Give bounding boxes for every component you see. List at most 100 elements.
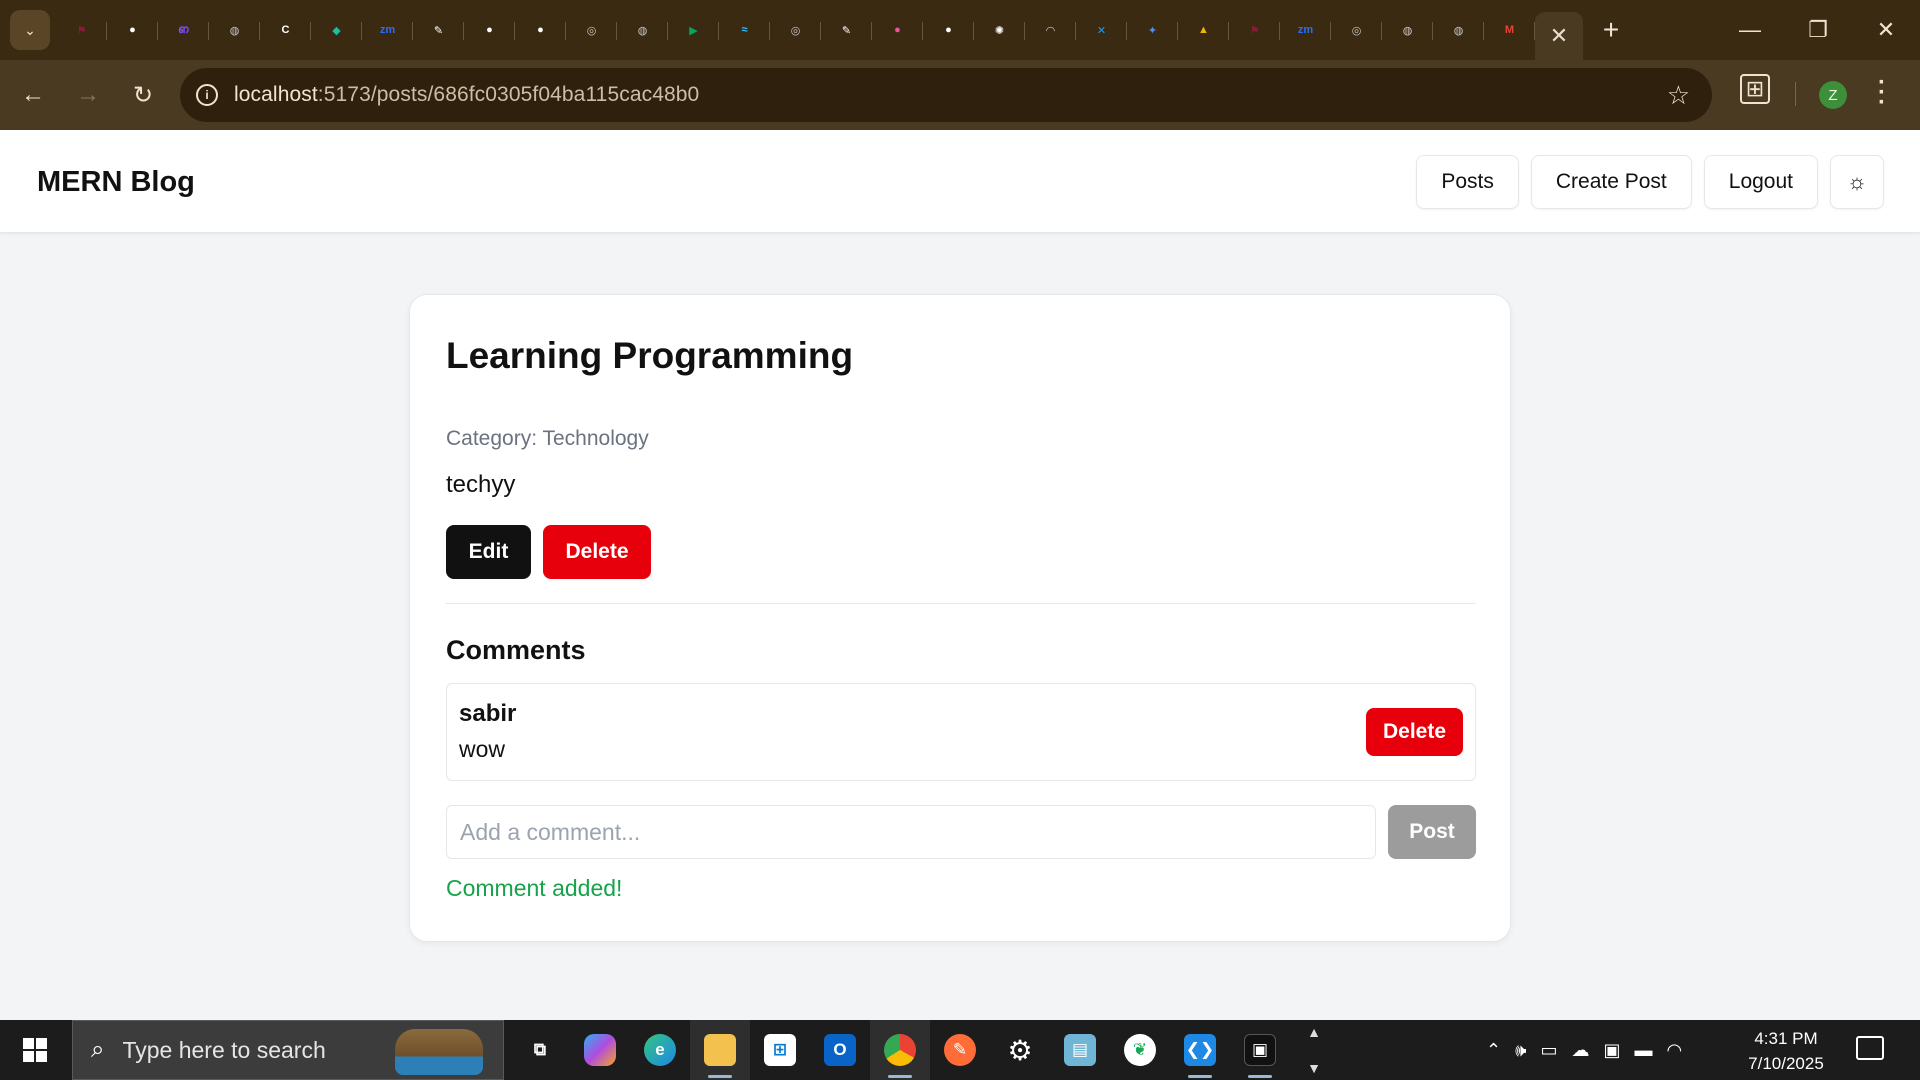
new-tab-button[interactable]: + bbox=[1589, 8, 1633, 52]
browser-tab[interactable]: ▶ bbox=[668, 8, 719, 52]
logout-button[interactable]: Logout bbox=[1703, 155, 1818, 209]
browser-tab[interactable]: ⚑ bbox=[56, 8, 107, 52]
taskbar-file-explorer[interactable] bbox=[690, 1020, 750, 1080]
toolbar-separator bbox=[1795, 82, 1796, 106]
display-icon[interactable]: ▣ bbox=[1603, 1040, 1620, 1061]
browser-tab[interactable]: ● bbox=[872, 8, 923, 52]
reload-button[interactable]: ↻ bbox=[121, 73, 165, 117]
site-info-icon[interactable]: i bbox=[196, 84, 218, 106]
taskbar-clock[interactable]: 4:31 PM 7/10/2025 bbox=[1738, 1026, 1834, 1076]
windows-logo-icon bbox=[23, 1038, 47, 1062]
task-view-icon: ⧉ bbox=[533, 1040, 547, 1059]
browser-tab[interactable]: zm bbox=[1280, 8, 1331, 52]
meet-now-icon[interactable]: ▭ bbox=[1540, 1040, 1557, 1061]
onedrive-icon[interactable]: ☁ bbox=[1571, 1040, 1589, 1061]
taskbar-edge[interactable]: e bbox=[630, 1020, 690, 1080]
chrome-icon: ◎ bbox=[586, 24, 597, 37]
browser-tab[interactable]: ✺ bbox=[974, 8, 1025, 52]
taskbar-postman[interactable]: ✎ bbox=[930, 1020, 990, 1080]
browser-tab[interactable]: ● bbox=[923, 8, 974, 52]
url-text[interactable]: localhost:5173/posts/686fc0305f04ba115ca… bbox=[234, 83, 699, 107]
taskbar-outlook[interactable]: O bbox=[810, 1020, 870, 1080]
menu-kebab-icon[interactable]: · · · bbox=[1877, 71, 1887, 115]
forward-button[interactable]: → bbox=[66, 73, 110, 117]
comment-success-message: Comment added! bbox=[446, 875, 623, 901]
browser-tab[interactable]: ◎ bbox=[1331, 8, 1382, 52]
browser-tab[interactable]: ≈ bbox=[719, 8, 770, 52]
browser-tab[interactable]: ◎ bbox=[566, 8, 617, 52]
codegen-icon: C bbox=[281, 24, 290, 36]
taskbar-vscode[interactable]: ❮❯ bbox=[1170, 1020, 1230, 1080]
taskbar-copilot[interactable] bbox=[570, 1020, 630, 1080]
browser-tab[interactable]: ✎ bbox=[413, 8, 464, 52]
browser-tab[interactable]: ◍ bbox=[1433, 8, 1484, 52]
browser-tab[interactable]: ✎ bbox=[821, 8, 872, 52]
comments-heading: Comments bbox=[446, 635, 586, 665]
taskbar-overflow-arrows[interactable]: ▲ ▼ bbox=[1302, 1024, 1326, 1076]
theme-toggle-button[interactable]: ☼ bbox=[1830, 155, 1884, 209]
wifi-icon[interactable]: ◠ bbox=[1666, 1040, 1682, 1061]
windows-taskbar: ⌕ Type here to search ⧉ e ⊞ O ✎ ⚙ ▤ ❦ ❮❯… bbox=[0, 1020, 1920, 1080]
post-comment-button[interactable]: Post bbox=[1388, 805, 1476, 859]
browser-tab[interactable]: ▲ bbox=[1178, 8, 1229, 52]
back-button[interactable]: ← bbox=[11, 73, 55, 117]
browser-tab[interactable]: ● bbox=[107, 8, 158, 52]
browser-tab[interactable]: ✕ bbox=[1076, 8, 1127, 52]
zoom-icon: zm bbox=[1297, 24, 1314, 36]
restore-button[interactable]: ❐ bbox=[1784, 0, 1852, 60]
profile-avatar[interactable]: Z bbox=[1819, 81, 1847, 109]
tab-search-button[interactable]: ⌄ bbox=[10, 10, 50, 50]
browser-tab[interactable]: ഩ bbox=[158, 8, 209, 52]
show-hidden-icons-icon[interactable]: ⌃ bbox=[1486, 1040, 1501, 1061]
browser-tab[interactable]: ⚑ bbox=[1229, 8, 1280, 52]
browser-tab[interactable]: ◠ bbox=[1025, 8, 1076, 52]
address-bar[interactable]: i localhost:5173/posts/686fc0305f04ba115… bbox=[180, 68, 1712, 122]
browser-tab[interactable]: ● bbox=[464, 8, 515, 52]
close-tab-icon[interactable]: ✕ bbox=[1550, 23, 1568, 49]
close-window-button[interactable]: ✕ bbox=[1852, 0, 1920, 60]
task-view-button[interactable]: ⧉ bbox=[510, 1020, 570, 1080]
system-tray: ⌃ 🕪 ▭ ☁ ▣ ▬ ◠ bbox=[1486, 1020, 1682, 1080]
browser-tab[interactable]: ◍ bbox=[209, 8, 260, 52]
comment-input[interactable] bbox=[446, 805, 1376, 859]
postman-icon: ✎ bbox=[944, 1034, 976, 1066]
browser-tab[interactable]: ◆ bbox=[311, 8, 362, 52]
search-icon: ⌕ bbox=[91, 1036, 105, 1063]
create-post-button[interactable]: Create Post bbox=[1530, 155, 1692, 209]
minimize-button[interactable]: — bbox=[1716, 0, 1784, 60]
browser-tab[interactable]: C bbox=[260, 8, 311, 52]
posts-button[interactable]: Posts bbox=[1416, 155, 1519, 209]
mongodb-leaf-icon: ❦ bbox=[1124, 1034, 1156, 1066]
delete-post-button[interactable]: Delete bbox=[543, 525, 651, 579]
browser-tab[interactable]: ✦ bbox=[1127, 8, 1178, 52]
taskbar-settings[interactable]: ⚙ bbox=[990, 1020, 1050, 1080]
start-button[interactable] bbox=[0, 1020, 70, 1080]
edit-post-button[interactable]: Edit bbox=[446, 525, 531, 579]
brand-logo-text[interactable]: MERN Blog bbox=[37, 166, 195, 199]
taskbar-notepad[interactable]: ▤ bbox=[1050, 1020, 1110, 1080]
taskbar-mongodb[interactable]: ❦ bbox=[1110, 1020, 1170, 1080]
browser-tab[interactable]: ◎ bbox=[770, 8, 821, 52]
delete-comment-button[interactable]: Delete bbox=[1366, 708, 1463, 756]
browser-tab[interactable]: ◍ bbox=[1382, 8, 1433, 52]
browser-tab[interactable]: ● bbox=[515, 8, 566, 52]
sparkle-icon: ✦ bbox=[1147, 24, 1158, 37]
taskbar-terminal[interactable]: ▣ bbox=[1230, 1020, 1290, 1080]
notification-center-icon[interactable] bbox=[1856, 1036, 1884, 1060]
taskbar-chrome[interactable] bbox=[870, 1020, 930, 1080]
github-icon: ● bbox=[945, 24, 952, 36]
extensions-puzzle-icon[interactable]: ⊞ bbox=[1740, 74, 1770, 104]
openai-icon: ✺ bbox=[994, 24, 1005, 37]
octopus-icon: ഩ bbox=[178, 23, 189, 36]
battery-icon[interactable]: ▬ bbox=[1634, 1040, 1652, 1061]
search-highlight-illustration bbox=[395, 1029, 483, 1075]
bookmark-star-icon[interactable]: ☆ bbox=[1667, 80, 1690, 111]
taskbar-store[interactable]: ⊞ bbox=[750, 1020, 810, 1080]
section-divider bbox=[446, 603, 1476, 604]
active-tab[interactable]: ✕ bbox=[1535, 12, 1583, 60]
volume-icon[interactable]: 🕪 bbox=[1515, 1040, 1526, 1061]
browser-tab[interactable]: zm bbox=[362, 8, 413, 52]
taskbar-search-box[interactable]: ⌕ Type here to search bbox=[72, 1020, 504, 1080]
browser-tab[interactable]: M bbox=[1484, 8, 1535, 52]
browser-tab[interactable]: ◍ bbox=[617, 8, 668, 52]
